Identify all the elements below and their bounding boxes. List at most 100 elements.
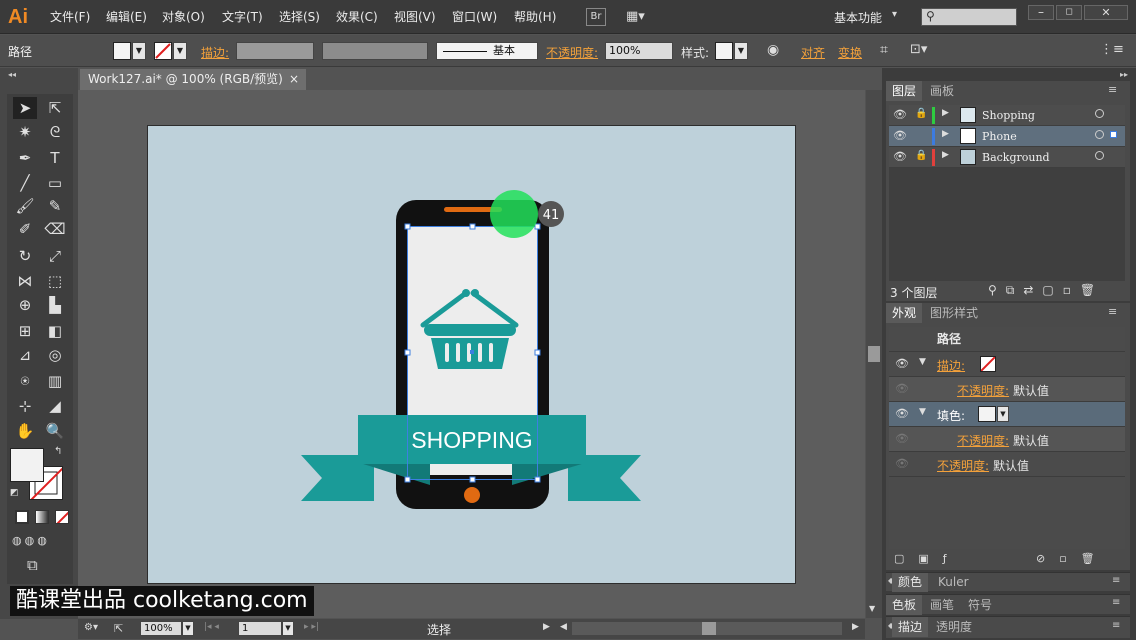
panel-menu-icon[interactable]: ≡ (1112, 575, 1120, 586)
direct-selection-tool-icon[interactable]: ⇱ (43, 97, 67, 119)
panel-menu-icon[interactable]: ≡ (1112, 597, 1120, 608)
close-document-icon[interactable]: × (289, 69, 299, 90)
scroll-left-arrow-icon[interactable]: ◀ (560, 622, 567, 632)
layer-target-circle[interactable] (1095, 130, 1104, 139)
menu-file[interactable]: 文件(F) (50, 0, 90, 34)
status-menu-arrow-icon[interactable]: ▶ (543, 622, 550, 632)
tab-symbols[interactable]: 符号 (962, 595, 998, 615)
stroke-weight-field[interactable] (236, 42, 314, 60)
blend-tool-icon[interactable]: ◎ (43, 344, 67, 366)
brush-definition-field[interactable]: 基本 (436, 42, 538, 60)
panel-menu-icon[interactable]: ⋮≡ (1100, 42, 1124, 57)
tab-transparency[interactable]: 透明度 (930, 617, 978, 637)
magic-wand-tool-icon[interactable]: ✷ (13, 121, 37, 143)
layer-name[interactable]: Background (982, 151, 1050, 164)
width-tool-icon[interactable]: ⋈ (13, 270, 37, 292)
vertical-scrollbar[interactable]: ▼ (866, 90, 882, 618)
layers-footer-icons[interactable]: ⚲⧉⇄▢▫🗑 (988, 283, 1104, 298)
color-mode-button[interactable] (15, 510, 29, 524)
column-graph-tool-icon[interactable]: ▥ (43, 370, 67, 392)
selection-indicator[interactable] (1110, 131, 1117, 138)
menu-effect[interactable]: 效果(C) (336, 0, 378, 34)
eyedropper-tool-icon[interactable]: ⊿ (13, 344, 37, 366)
object-opacity-row[interactable]: 👁 不透明度: 默认值 (889, 452, 1125, 477)
tab-artboards[interactable]: 画板 (924, 81, 960, 101)
type-tool-icon[interactable]: T (43, 147, 67, 169)
stroke-opacity-row[interactable]: 👁 不透明度: 默认值 (889, 377, 1125, 402)
graphic-style-dropdown[interactable]: ▼ (734, 42, 748, 60)
lock-icon[interactable]: 🔒 (915, 108, 927, 119)
appearance-panel-menu-icon[interactable]: ≡ (1108, 305, 1117, 318)
menu-help[interactable]: 帮助(H) (514, 0, 556, 34)
vertical-scroll-thumb[interactable] (868, 346, 880, 362)
opacity-field[interactable]: 100% (605, 42, 673, 60)
fill-color-front[interactable] (10, 448, 44, 482)
pen-tool-icon[interactable]: ✒ (13, 147, 37, 169)
lock-icon[interactable]: 🔒 (915, 150, 927, 161)
expand-layer-arrow-icon[interactable]: ▶ (942, 108, 949, 118)
search-input[interactable]: ⚲ (921, 8, 1017, 26)
share-icon[interactable]: ⇱ (114, 622, 123, 635)
opacity-attr-label[interactable]: 不透明度: (957, 382, 1009, 399)
selection-tool-icon[interactable]: ➤ (13, 97, 37, 119)
status-options-icon[interactable]: ⚙▾ (84, 622, 98, 633)
expand-layer-arrow-icon[interactable]: ▶ (942, 129, 949, 139)
artboard-tool-icon[interactable]: ⊹ (13, 395, 37, 417)
mesh-tool-icon[interactable]: ⊞ (13, 320, 37, 342)
scale-tool-icon[interactable]: ⤢ (43, 245, 67, 267)
visibility-eye-icon[interactable]: 👁 (893, 150, 907, 163)
visibility-eye-icon[interactable]: 👁 (895, 407, 909, 420)
tab-color[interactable]: 颜色 (892, 573, 929, 592)
menu-select[interactable]: 选择(S) (279, 0, 320, 34)
panel-menu-icon[interactable]: ≡ (1112, 620, 1120, 631)
visibility-eye-icon[interactable]: 👁 (893, 108, 907, 121)
fill-dropdown[interactable]: ▼ (132, 42, 146, 60)
tab-stroke[interactable]: 描边 (892, 617, 929, 637)
appearance-footer-icons[interactable]: ▢▣ƒ (894, 552, 961, 565)
expand-arrow-icon[interactable]: ▼ (919, 407, 926, 417)
close-button[interactable]: ✕ (1084, 5, 1128, 20)
visibility-eye-icon[interactable]: 👁 (893, 129, 907, 142)
default-colors-icon[interactable]: ◩ (10, 488, 19, 498)
tab-brushes[interactable]: 画笔 (924, 595, 960, 615)
isolate-icon[interactable]: ⌗ (880, 42, 888, 58)
layer-name[interactable]: Phone (982, 130, 1017, 143)
line-tool-icon[interactable]: ╱ (13, 172, 37, 194)
page-dropdown[interactable]: ▼ (282, 621, 294, 636)
fill-attr-swatch[interactable] (978, 406, 996, 422)
transform-link[interactable]: 变换 (838, 44, 862, 61)
hand-tool-icon[interactable]: ✋ (13, 420, 37, 442)
fill-opacity-row[interactable]: 👁 不透明度: 默认值 (889, 427, 1125, 452)
layer-target-circle[interactable] (1095, 151, 1104, 160)
lasso-tool-icon[interactable]: ᘓ (43, 121, 67, 143)
align-link[interactable]: 对齐 (801, 44, 825, 61)
zoom-tool-icon[interactable]: 🔍 (43, 420, 67, 442)
stroke-label[interactable]: 描边: (201, 44, 229, 61)
page-field[interactable]: 1 (238, 621, 282, 636)
workspace-dropdown-icon[interactable]: ▾ (892, 9, 897, 20)
bridge-button[interactable]: Br (586, 8, 606, 26)
symbol-sprayer-tool-icon[interactable]: ⍟ (13, 370, 37, 392)
scroll-right-arrow-icon[interactable]: ▶ (852, 622, 859, 632)
minimize-button[interactable]: – (1028, 5, 1054, 20)
stroke-row[interactable]: 👁 ▼ 描边: (889, 352, 1125, 377)
first-page-icon[interactable]: |◂ ◂ (204, 622, 219, 632)
next-page-icon[interactable]: ▸ ▸| (304, 622, 319, 632)
eraser-tool-icon[interactable]: ⌫ (43, 218, 67, 240)
opacity-attr-label[interactable]: 不透明度: (937, 457, 989, 474)
document-tab[interactable]: Work127.ai* @ 100% (RGB/预览) × (80, 69, 306, 90)
visibility-eye-icon[interactable]: 👁 (895, 432, 909, 445)
workspace-switcher[interactable]: 基本功能 (834, 9, 882, 26)
menu-view[interactable]: 视图(V) (394, 0, 436, 34)
fill-attr-dropdown[interactable]: ▼ (997, 406, 1009, 422)
tab-kuler[interactable]: Kuler (932, 573, 975, 592)
fill-swatch[interactable] (113, 42, 131, 60)
stroke-swatch[interactable] (154, 42, 172, 60)
appearance-footer-right-icons[interactable]: ⊘▫🗑 (1036, 552, 1109, 565)
expand-arrow-icon[interactable]: ▼ (919, 357, 926, 367)
fill-row[interactable]: 👁 ▼ 填色: ▼ (889, 402, 1125, 427)
variable-width-field[interactable] (322, 42, 428, 60)
horizontal-scroll-thumb[interactable] (702, 622, 716, 635)
gradient-mode-button[interactable] (35, 510, 49, 524)
layers-panel-menu-icon[interactable]: ≡ (1108, 83, 1117, 96)
